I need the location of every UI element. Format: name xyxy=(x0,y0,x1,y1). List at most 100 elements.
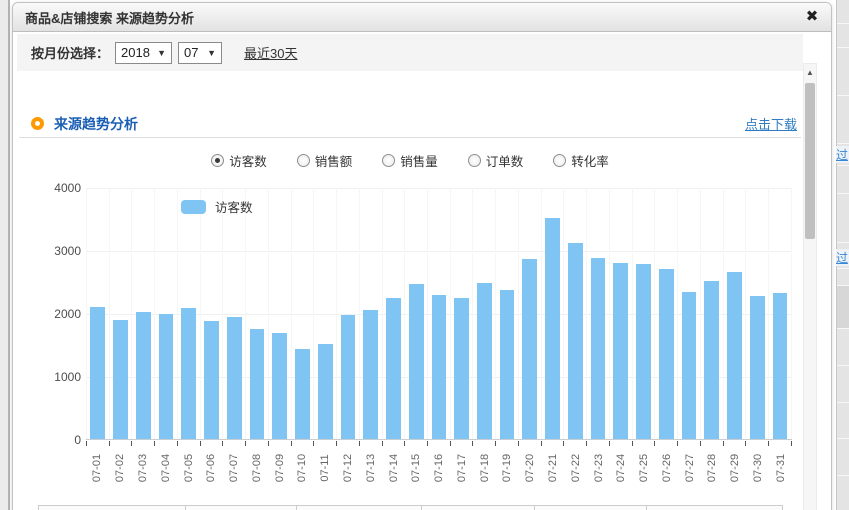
section-header: 来源趋势分析 点击下载 xyxy=(19,110,801,138)
bar-slot xyxy=(633,188,656,439)
trend-analysis-dialog: 商品&店铺搜索 来源趋势分析 ✖ 按月份选择： 2018 ▼ 07 ▼ 最近30… xyxy=(12,2,832,510)
bar-slot xyxy=(360,188,383,439)
vertical-scrollbar[interactable]: ▲ ▼ xyxy=(803,63,817,510)
metric-radio-转化率[interactable]: 转化率 xyxy=(553,151,609,170)
x-tick-label: 07-12 xyxy=(337,446,360,490)
bar-07-16 xyxy=(432,295,447,439)
chart-bars xyxy=(86,188,792,439)
metric-radio-销售量[interactable]: 销售量 xyxy=(382,151,438,170)
radio-icon[interactable] xyxy=(211,154,224,167)
x-tick-label: 07-09 xyxy=(268,446,291,490)
x-tick-label: 07-14 xyxy=(382,446,405,490)
bar-07-14 xyxy=(386,298,401,439)
radio-label: 订单数 xyxy=(486,151,524,170)
y-tick-label: 3000 xyxy=(54,244,81,258)
bar-slot xyxy=(383,188,406,439)
background-partial-link[interactable]: 过 xyxy=(836,146,849,163)
bar-slot xyxy=(519,188,542,439)
bar-07-07 xyxy=(227,317,242,439)
close-icon[interactable]: ✖ xyxy=(803,8,821,26)
radio-icon[interactable] xyxy=(553,154,566,167)
bar-07-05 xyxy=(181,308,196,439)
bar-07-31 xyxy=(773,293,788,439)
radio-icon[interactable] xyxy=(297,154,310,167)
x-tick-label: 07-02 xyxy=(109,446,132,490)
month-filter-row: 按月份选择： 2018 ▼ 07 ▼ 最近30天 xyxy=(17,34,803,71)
metric-radio-销售额[interactable]: 销售额 xyxy=(297,151,353,170)
x-tick-label: 07-30 xyxy=(747,446,770,490)
year-select-value: 2018 xyxy=(121,45,150,60)
bar-slot xyxy=(337,188,360,439)
bar-slot xyxy=(769,188,792,439)
bar-07-15 xyxy=(409,284,424,439)
chevron-down-icon: ▼ xyxy=(207,48,216,58)
metric-radio-访客数[interactable]: 访客数 xyxy=(211,151,267,170)
chart-legend: 访客数 xyxy=(181,197,253,216)
bar-07-09 xyxy=(272,333,287,439)
scrollbar-thumb[interactable] xyxy=(805,83,815,239)
bar-07-17 xyxy=(454,298,469,439)
radio-label: 销售量 xyxy=(400,151,438,170)
bar-slot xyxy=(542,188,565,439)
background-page-left-strip xyxy=(0,0,8,510)
metric-radio-group: 访客数 销售额 销售量 订单数 转化率 xyxy=(19,148,801,172)
x-tick-label: 07-05 xyxy=(177,446,200,490)
y-tick-label: 2000 xyxy=(54,307,81,321)
bar-slot xyxy=(132,188,155,439)
metric-radio-订单数[interactable]: 订单数 xyxy=(468,151,524,170)
table-header-cell: 转化率 xyxy=(647,506,782,510)
bar-07-25 xyxy=(636,264,651,439)
x-tick-label: 07-28 xyxy=(701,446,724,490)
bar-07-19 xyxy=(500,290,515,439)
background-page-left-border xyxy=(8,0,10,510)
radio-icon[interactable] xyxy=(468,154,481,167)
page: 过 过 商品&店铺搜索 来源趋势分析 ✖ 按月份选择： 2018 ▼ 07 ▼ … xyxy=(0,0,849,510)
bar-07-27 xyxy=(682,292,697,439)
bar-slot xyxy=(292,188,315,439)
radio-label: 销售额 xyxy=(315,151,353,170)
x-tick-label: 07-27 xyxy=(678,446,701,490)
month-select[interactable]: 07 ▼ xyxy=(178,42,222,64)
bar-slot xyxy=(246,188,269,439)
bar-07-22 xyxy=(568,243,583,439)
dialog-body: 按月份选择： 2018 ▼ 07 ▼ 最近30天 来源趋势分析 点击下载 访客数… xyxy=(13,32,831,510)
scroll-up-icon[interactable]: ▲ xyxy=(804,66,816,80)
x-tick-label: 07-06 xyxy=(200,446,223,490)
bar-07-03 xyxy=(136,312,151,439)
bar-slot xyxy=(201,188,224,439)
radio-label: 转化率 xyxy=(571,151,609,170)
bar-slot xyxy=(110,188,133,439)
bar-07-01 xyxy=(90,307,105,439)
bullet-ring-icon xyxy=(31,117,44,130)
x-tick-label: 07-08 xyxy=(245,446,268,490)
bar-07-02 xyxy=(113,320,128,439)
bar-slot xyxy=(155,188,178,439)
year-select[interactable]: 2018 ▼ xyxy=(115,42,172,64)
download-link[interactable]: 点击下载 xyxy=(745,114,797,133)
table-header-cell: 访客数 xyxy=(186,506,297,510)
chart-plot: 访客数 xyxy=(86,188,792,440)
bar-07-04 xyxy=(159,314,174,440)
bar-slot xyxy=(610,188,633,439)
bar-slot xyxy=(405,188,428,439)
y-axis-labels: 01000200030004000 xyxy=(13,188,81,440)
bar-07-11 xyxy=(318,344,333,439)
x-tick-label: 07-07 xyxy=(223,446,246,490)
bar-07-23 xyxy=(591,258,606,439)
bar-slot xyxy=(564,188,587,439)
legend-swatch xyxy=(181,200,206,214)
radio-icon[interactable] xyxy=(382,154,395,167)
background-partial-link[interactable]: 过 xyxy=(836,249,849,266)
x-tick-label: 07-29 xyxy=(724,446,747,490)
bar-07-24 xyxy=(613,263,628,439)
bar-07-13 xyxy=(363,310,378,439)
bar-slot xyxy=(314,188,337,439)
x-tick-label: 07-15 xyxy=(405,446,428,490)
x-tick-label: 07-31 xyxy=(769,446,792,490)
table-header-row: 日期访客数销售额销售量订单数转化率 xyxy=(39,506,782,510)
bar-slot xyxy=(678,188,701,439)
chevron-down-icon: ▼ xyxy=(157,48,166,58)
recent-30-days-link[interactable]: 最近30天 xyxy=(244,43,297,62)
x-tick-label: 07-21 xyxy=(542,446,565,490)
radio-label: 访客数 xyxy=(229,151,267,170)
